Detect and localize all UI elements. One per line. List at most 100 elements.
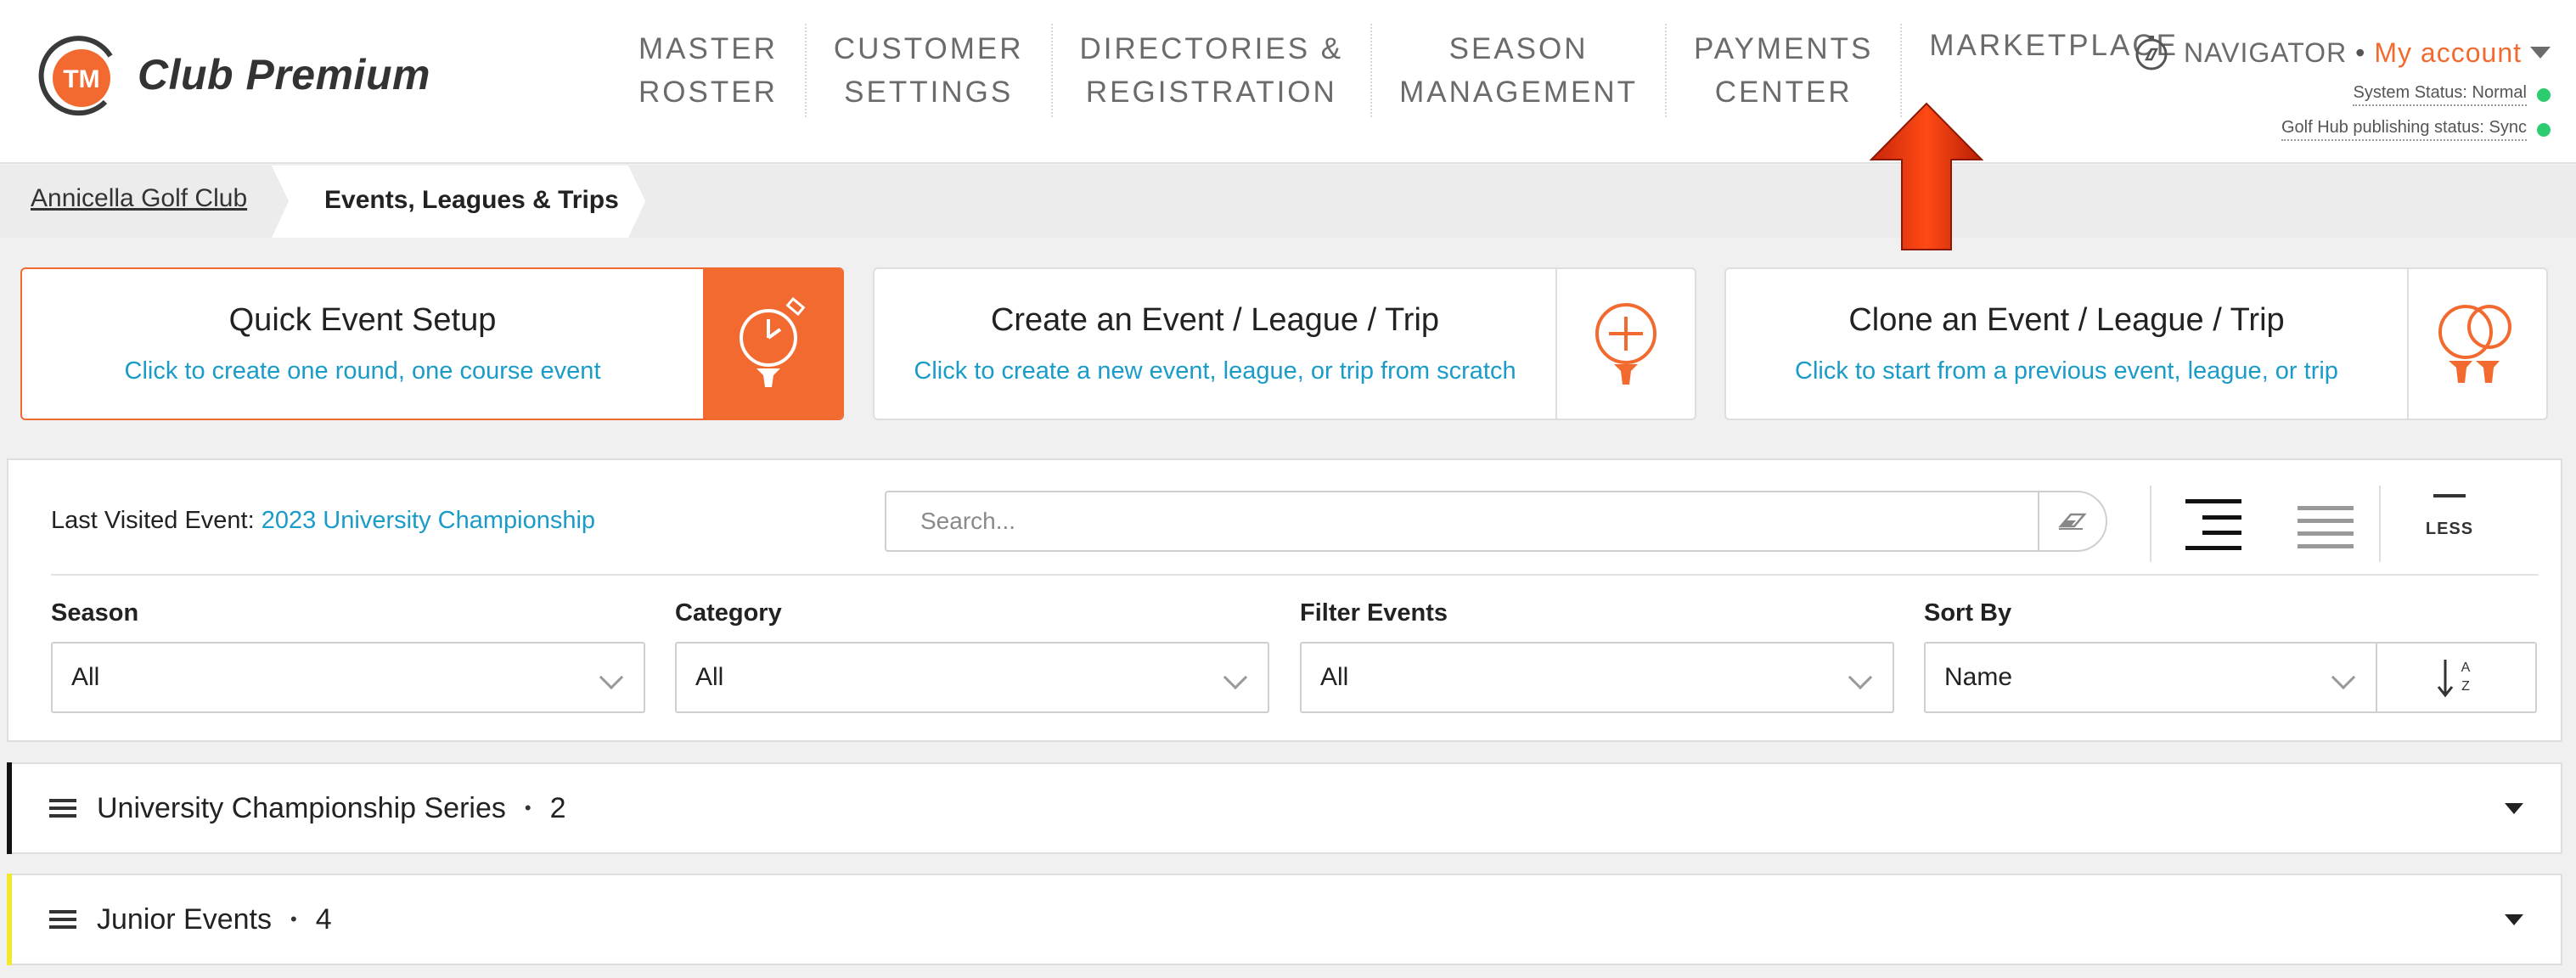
separator-dot: • — [524, 797, 532, 818]
system-status[interactable]: System Status: Normal — [2133, 83, 2551, 106]
chevron-down-icon[interactable] — [2530, 47, 2551, 59]
arrow-up-icon — [1869, 102, 1984, 250]
last-visited-event-link[interactable]: 2023 University Championship — [262, 507, 595, 534]
status-dot-icon — [2537, 122, 2551, 137]
quick-event-setup-card[interactable]: Quick Event Setup Click to create one ro… — [20, 267, 844, 420]
nav-label: REGISTRATION — [1085, 76, 1337, 109]
separator-dot: • — [290, 908, 297, 930]
hub-status-text: Golf Hub publishing status: Sync — [2281, 118, 2527, 141]
nav-label: SEASON — [1448, 32, 1589, 65]
logo-text: Club Premium — [138, 51, 430, 98]
breadcrumb-current-label: Events, Leagues & Trips — [324, 186, 619, 214]
caret-down-icon[interactable] — [2505, 914, 2523, 925]
create-event-card[interactable]: Create an Event / League / Trip Click to… — [873, 267, 1696, 420]
filter-events-value: All — [1320, 663, 1349, 691]
category-color-stripe — [7, 762, 12, 854]
less-filters-button[interactable]: LESS — [2411, 494, 2488, 539]
category-name: Junior Events — [97, 902, 272, 936]
category-count: 2 — [549, 791, 566, 824]
card-title: Quick Event Setup — [228, 302, 497, 338]
sort-by-label: Sort By — [1924, 599, 2012, 627]
season-value: All — [71, 663, 100, 691]
logo-badge: TM — [63, 65, 99, 93]
category-count: 4 — [315, 902, 332, 936]
breadcrumb: Annicella Golf Club Events, Leagues & Tr… — [0, 166, 2576, 238]
app-logo[interactable]: TM Club Premium — [37, 31, 430, 119]
search-box — [885, 491, 2107, 552]
system-status-text: System Status: Normal — [2353, 83, 2527, 106]
card-subtitle: Click to create a new event, league, or … — [914, 357, 1516, 385]
nav-customer-settings[interactable]: CUSTOMER SETTINGS — [807, 24, 1053, 117]
last-visited-label: Last Visited Event: — [51, 507, 255, 534]
compass-icon — [2135, 36, 2168, 70]
nav-directories-registration[interactable]: DIRECTORIES & REGISTRATION — [1053, 24, 1373, 117]
list-view-compact-button[interactable] — [2175, 491, 2252, 559]
sort-direction-button[interactable]: A Z — [2377, 642, 2537, 713]
sort-dir-bottom: Z — [2461, 679, 2470, 694]
nav-season-management[interactable]: SEASON MANAGEMENT — [1372, 24, 1668, 117]
chevron-down-icon — [1848, 665, 1873, 690]
category-color-stripe — [7, 874, 12, 965]
clear-search-button[interactable] — [2038, 492, 2106, 550]
nav-label: CENTER — [1714, 76, 1853, 109]
divider — [2150, 486, 2151, 562]
category-name: University Championship Series — [97, 791, 506, 824]
minus-icon — [2433, 494, 2466, 497]
season-label: Season — [51, 599, 139, 627]
separator-dot: • — [2355, 37, 2366, 68]
my-account-link[interactable]: My account — [2374, 37, 2522, 69]
caret-down-icon[interactable] — [2505, 803, 2523, 814]
category-value: All — [695, 663, 724, 691]
top-header: TM Club Premium MASTER ROSTER CUSTOMER SET… — [0, 0, 2576, 164]
account-area: NAVIGATOR • My account System Status: No… — [2133, 34, 2551, 141]
nav-label: CUSTOMER — [833, 32, 1024, 65]
nav-label: MANAGEMENT — [1399, 76, 1639, 109]
eraser-icon — [2058, 513, 2087, 530]
divider — [2379, 486, 2381, 562]
category-row-university[interactable]: University Championship Series • 2 — [7, 762, 2562, 854]
divider — [51, 574, 2539, 576]
chevron-down-icon — [599, 665, 624, 690]
nav-label: DIRECTORIES & — [1079, 32, 1344, 65]
nav-label: ROSTER — [638, 76, 778, 109]
less-label: LESS — [2425, 520, 2474, 538]
plus-tee-icon — [1595, 303, 1656, 385]
category-select[interactable]: All — [675, 642, 1269, 713]
nav-master-roster[interactable]: MASTER ROSTER — [611, 24, 807, 117]
nav-label: MASTER — [638, 32, 778, 65]
card-subtitle: Click to start from a previous event, le… — [1795, 357, 2338, 385]
sort-az-icon: A Z — [2437, 660, 2471, 698]
filter-events-select[interactable]: All — [1300, 642, 1894, 713]
last-visited: Last Visited Event: 2023 University Cham… — [51, 507, 595, 535]
card-title: Create an Event / League / Trip — [990, 302, 1440, 338]
sort-by-value: Name — [1944, 663, 2013, 691]
double-tee-icon — [2438, 305, 2511, 383]
sort-dir-top: A — [2461, 660, 2471, 675]
nav-label: SETTINGS — [844, 76, 1014, 109]
season-select[interactable]: All — [51, 642, 645, 713]
chevron-down-icon — [1223, 665, 1248, 690]
hub-status[interactable]: Golf Hub publishing status: Sync — [2133, 118, 2551, 141]
card-title: Clone an Event / League / Trip — [1848, 302, 2285, 338]
search-input[interactable] — [886, 492, 2038, 550]
breadcrumb-club-link[interactable]: Annicella Golf Club — [31, 184, 247, 213]
drag-handle-icon[interactable] — [49, 906, 76, 933]
list-indent-icon — [2185, 499, 2241, 550]
drag-handle-icon[interactable] — [49, 795, 76, 822]
tm-logo-icon: TM — [37, 31, 126, 119]
nav-label: PAYMENTS — [1694, 32, 1874, 65]
filter-events-label: Filter Events — [1300, 599, 1448, 627]
list-lines-icon — [2298, 506, 2354, 548]
nav-payments-center[interactable]: PAYMENTS CENTER — [1667, 24, 1903, 117]
status-dot-icon — [2537, 87, 2551, 102]
category-row-junior[interactable]: Junior Events • 4 — [7, 874, 2562, 965]
list-view-full-button[interactable] — [2287, 491, 2364, 559]
card-subtitle: Click to create one round, one course ev… — [124, 357, 601, 385]
navigator-link[interactable]: NAVIGATOR — [2184, 37, 2347, 69]
stopwatch-tee-icon — [740, 297, 806, 387]
chevron-down-icon — [2331, 665, 2356, 690]
filter-panel: Last Visited Event: 2023 University Cham… — [7, 458, 2562, 742]
clone-event-card[interactable]: Clone an Event / League / Trip Click to … — [1724, 267, 2548, 420]
sort-by-select[interactable]: Name — [1924, 642, 2377, 713]
category-label: Category — [675, 599, 782, 627]
